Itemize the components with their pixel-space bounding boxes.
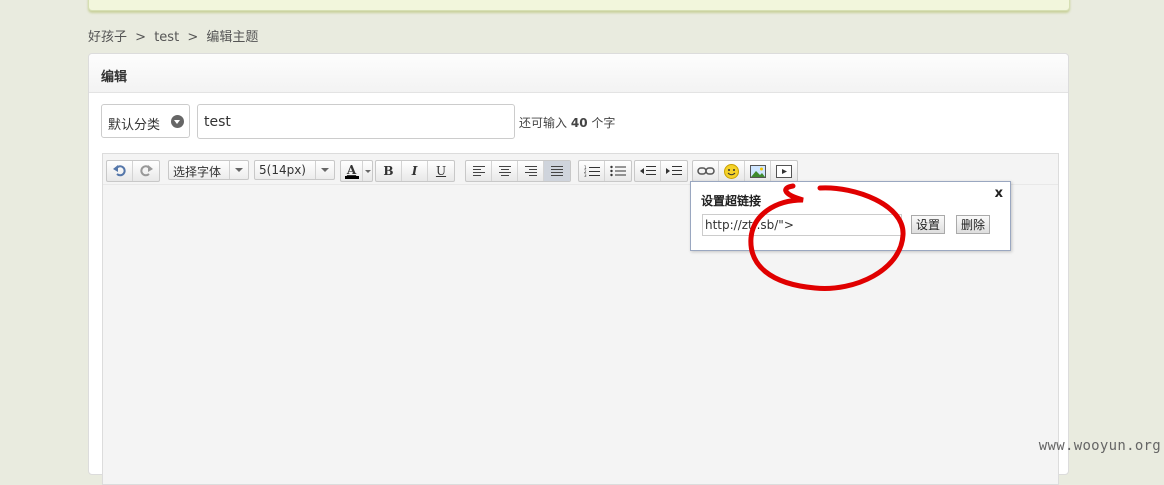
delete-link-button[interactable]: 删除 [956,215,991,234]
ordered-list-icon: 123 [584,165,600,177]
video-icon [776,164,792,178]
panel-title: 编辑 [101,70,128,85]
font-color-button[interactable]: A [341,161,363,181]
image-icon [749,164,766,178]
watermark: www.wooyun.org [1038,438,1161,454]
align-group [465,160,571,182]
font-color-letter: A [346,162,357,177]
ordered-list-button[interactable]: 123 [579,161,605,181]
dropdown-arrow-icon [315,161,334,179]
category-select[interactable]: 默认分类 [101,104,190,138]
smiley-icon [724,163,739,179]
breadcrumb-current: 编辑主题 [206,30,259,45]
breadcrumb: 好孩子 > test > 编辑主题 [88,26,262,45]
font-size-select[interactable]: 5(14px) [254,160,335,180]
italic-button[interactable]: I [402,161,428,181]
insert-media-button[interactable] [771,161,797,181]
dropdown-arrow-icon [364,169,371,173]
char-count: 40 [570,116,588,130]
dropdown-arrow-icon [229,161,248,179]
outdent-button[interactable] [635,161,661,181]
font-size-value: 5(14px) [259,163,306,177]
unordered-list-icon [610,165,626,177]
redo-button[interactable] [133,161,159,181]
font-color-group: A [340,160,373,182]
breadcrumb-separator: > [187,30,199,45]
insert-link-button[interactable] [693,161,719,181]
align-right-button[interactable] [518,161,544,181]
history-group [106,160,160,182]
char-count-hint: 还可输入 40 个字 [519,114,615,131]
align-justify-icon [551,166,563,176]
redo-icon [140,165,153,177]
set-link-button[interactable]: 设置 [911,215,946,234]
font-family-select[interactable]: 选择字体 [168,160,249,180]
link-icon [696,167,715,175]
char-hint-prefix: 还可输入 [519,116,568,130]
svg-text:3: 3 [584,173,587,177]
font-family-value: 选择字体 [173,165,222,179]
outdent-icon [639,166,656,175]
align-right-icon [524,166,537,176]
undo-button[interactable] [107,161,133,181]
breadcrumb-node-topic[interactable]: test [154,30,179,45]
text-style-group: B I U [375,160,455,182]
char-hint-suffix: 个字 [591,116,616,130]
list-group: 123 [578,160,632,182]
bold-button[interactable]: B [376,161,402,181]
category-selected-value: 默认分类 [108,118,161,133]
edit-panel: 编辑 默认分类 还可输入 40 个字 选择字体 5(14px) [88,53,1069,485]
red-annotation-circle [748,183,906,291]
insert-image-button[interactable] [745,161,771,181]
underline-button[interactable]: U [428,161,454,181]
indent-icon [666,166,682,175]
title-input[interactable] [197,104,515,139]
align-center-icon [498,166,511,176]
align-justify-button[interactable] [544,161,570,181]
panel-header [89,54,1068,93]
top-notice-bar [88,0,1070,11]
align-left-button[interactable] [466,161,492,181]
font-color-swatch [344,175,359,179]
insert-group [692,160,798,182]
unordered-list-button[interactable] [605,161,631,181]
undo-icon [112,165,126,177]
insert-emoticon-button[interactable] [719,161,745,181]
breadcrumb-node-home[interactable]: 好孩子 [88,30,127,45]
breadcrumb-separator: > [135,30,147,45]
font-color-dropdown[interactable] [363,161,372,181]
close-button[interactable]: x [995,186,1003,201]
align-center-button[interactable] [492,161,518,181]
align-left-icon [472,166,485,176]
chevron-down-icon [171,115,184,128]
indent-button[interactable] [661,161,687,181]
indent-group [634,160,688,182]
